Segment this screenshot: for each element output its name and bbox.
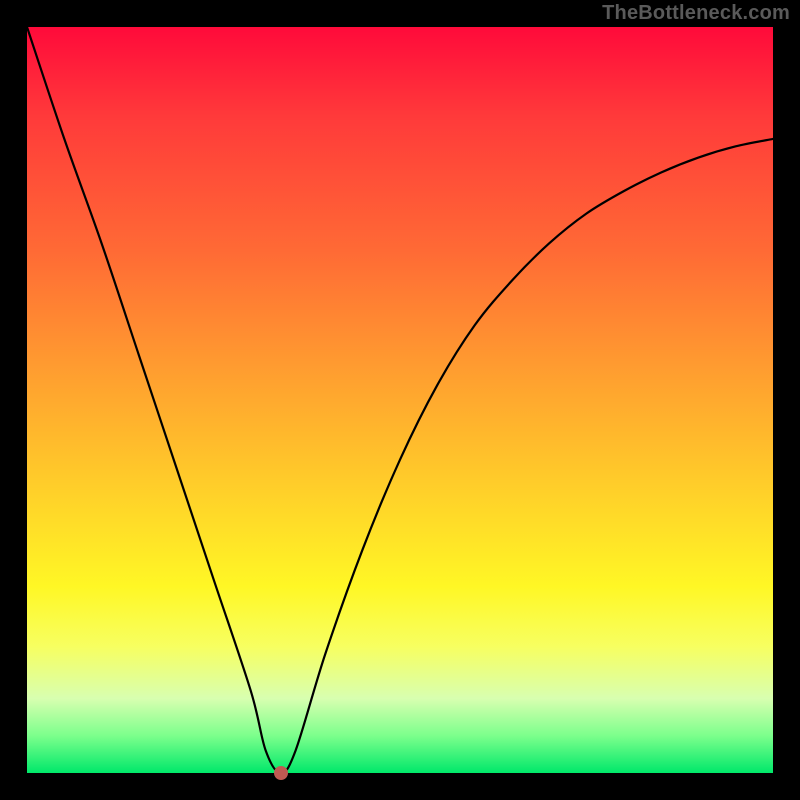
chart-frame: TheBottleneck.com [0,0,800,800]
plot-area [27,27,773,773]
watermark-text: TheBottleneck.com [602,2,790,25]
line-curve [27,27,773,773]
minimum-marker [274,766,288,780]
